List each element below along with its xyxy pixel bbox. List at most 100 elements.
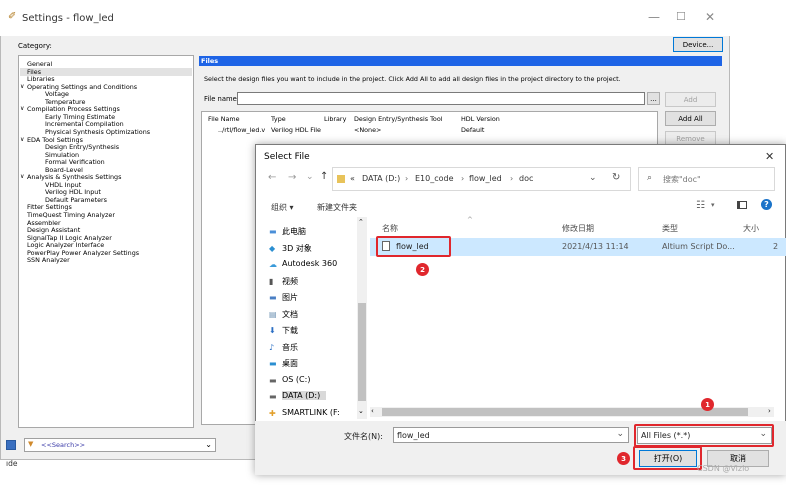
scroll-left-icon[interactable]: ‹ <box>371 407 374 415</box>
forward-icon[interactable]: → <box>288 172 296 183</box>
browse-button[interactable]: ... <box>647 92 660 105</box>
nav-item-icon: ▤ <box>269 309 277 319</box>
file-modified: 2021/4/13 11:14 <box>562 242 629 251</box>
nav-item[interactable]: 3D 对象 <box>282 243 312 254</box>
nav-item-icon: ☁ <box>269 260 277 269</box>
file-name-field[interactable]: flow_led ⌄ <box>393 427 629 443</box>
device-button[interactable]: Device... <box>673 37 723 52</box>
nav-item[interactable]: 桌面 <box>282 358 298 369</box>
organize-button[interactable]: 组织 ▾ <box>271 202 294 213</box>
nav-item-icon: ▬ <box>269 392 277 401</box>
search-box[interactable]: ▼ <<Search>> ⌄ <box>24 438 216 452</box>
column-header[interactable]: Type <box>271 115 286 123</box>
table-cell[interactable]: ../rtl/flow_led.v <box>218 126 265 134</box>
table-cell[interactable]: Default <box>461 126 484 134</box>
column-header-size[interactable]: 大小 <box>743 223 759 234</box>
nav-scrollbar[interactable]: ⌃ ⌄ <box>357 217 367 419</box>
scroll-down-icon[interactable]: ⌄ <box>358 407 364 415</box>
filter-icon: ▼ <box>28 440 34 448</box>
nav-item-icon: ▮ <box>269 276 274 286</box>
tree-item[interactable]: ∨ Operating Settings and Conditions <box>20 82 138 91</box>
chevron-right-icon: › <box>405 174 409 183</box>
breadcrumb-item[interactable]: E10_code <box>415 174 454 183</box>
add-button[interactable]: Add <box>665 92 716 107</box>
new-folder-button[interactable]: 新建文件夹 <box>317 202 357 213</box>
file-name-input[interactable] <box>237 92 645 105</box>
nav-item-icon: ▬ <box>269 359 277 368</box>
chevron-right-icon: › <box>510 174 514 183</box>
breadcrumb-item[interactable]: flow_led <box>469 174 502 183</box>
quartus-icon: ✐ <box>8 11 17 22</box>
breadcrumb-item[interactable]: DATA (D:) <box>362 174 400 183</box>
nav-item[interactable]: 文档 <box>282 309 298 320</box>
column-header-type[interactable]: 类型 <box>662 223 678 234</box>
chevron-right-icon: › <box>461 174 465 183</box>
column-header[interactable]: Library <box>324 115 346 123</box>
maximize-icon[interactable]: ☐ <box>676 10 686 23</box>
annotation-badge: 2 <box>416 263 429 276</box>
column-header-modified[interactable]: 修改日期 <box>562 223 594 234</box>
up-icon[interactable]: ↑ <box>320 171 328 182</box>
nav-item[interactable]: 图片 <box>282 292 298 303</box>
sort-indicator-icon: ^ <box>467 216 473 224</box>
add-all-button[interactable]: Add All <box>665 111 716 126</box>
expand-icon[interactable] <box>6 440 16 450</box>
nav-item[interactable]: 视频 <box>282 276 298 287</box>
address-bar[interactable]: « DATA (D:) › E10_code › flow_led › doc … <box>332 167 631 191</box>
nav-item-icon: ✚ <box>269 408 276 418</box>
nav-item[interactable]: Autodesk 360 <box>282 259 337 268</box>
nav-item[interactable]: 音乐 <box>282 342 298 353</box>
column-header[interactable]: HDL Version <box>461 115 500 123</box>
nav-item-icon: ▬ <box>269 293 277 302</box>
status-text: ıde <box>6 459 18 468</box>
chevron-down-icon[interactable]: ∨ <box>20 83 24 91</box>
scrollbar-thumb[interactable] <box>382 408 748 416</box>
breadcrumb-item[interactable]: doc <box>519 174 533 183</box>
annotation-badge: 1 <box>701 398 714 411</box>
table-cell[interactable]: <None> <box>354 126 381 134</box>
chevron-down-icon[interactable]: ∨ <box>20 173 24 181</box>
file-name-label: File name: <box>204 95 240 103</box>
nav-item[interactable]: SMARTLINK (F: <box>282 408 340 417</box>
nav-item[interactable]: 下载 <box>282 325 298 336</box>
help-icon[interactable]: ? <box>761 199 772 210</box>
column-header-name[interactable]: 名称 <box>382 223 398 234</box>
nav-item[interactable]: DATA (D:) <box>282 391 327 400</box>
chevron-down-icon[interactable]: ▾ <box>711 201 715 209</box>
tree-item-label: Operating Settings and Conditions <box>27 82 138 91</box>
nav-item[interactable]: 此电脑 <box>282 226 306 237</box>
highlight-box <box>376 236 451 257</box>
chevron-down-icon[interactable]: ∨ <box>20 136 24 144</box>
nav-item-icon: ♪ <box>269 342 275 352</box>
dialog-close-icon[interactable]: ✕ <box>765 150 774 163</box>
window-title: Settings - flow_led <box>22 13 114 24</box>
view-options-icon[interactable]: ☷ <box>696 200 705 211</box>
column-header[interactable]: File Name <box>208 115 240 123</box>
scroll-right-icon[interactable]: › <box>768 407 771 415</box>
minimize-icon[interactable]: — <box>648 10 660 24</box>
nav-item-icon: ⬇ <box>269 326 276 335</box>
back-icon[interactable]: ← <box>268 172 276 183</box>
dialog-title: Select File <box>264 152 310 162</box>
search-placeholder: 搜索"doc" <box>663 175 701 184</box>
navigation-pane: ▬ 此电脑 ◆ 3D 对象 ☁ Autodesk 360 ▮ 视频 ▬ 图片 ▤ 文档 ⬇ 下载 ♪ 音乐 ▬ 桌… <box>255 217 368 421</box>
highlight-box <box>634 424 774 447</box>
chevron-down-icon[interactable]: ⌄ <box>589 173 597 183</box>
chevron-down-icon[interactable]: ⌄ <box>616 429 624 439</box>
column-header[interactable]: Design Entry/Synthesis Tool <box>354 115 443 123</box>
table-cell[interactable]: Verilog HDL File <box>271 126 321 134</box>
breadcrumb-overflow[interactable]: « <box>350 174 355 183</box>
chevron-down-icon[interactable]: ∨ <box>20 105 24 113</box>
nav-item[interactable]: OS (C:) <box>282 375 310 384</box>
tree-item[interactable]: SSN Analyzer <box>27 256 70 264</box>
refresh-icon[interactable]: ↻ <box>612 172 620 183</box>
close-icon[interactable]: ✕ <box>705 10 715 24</box>
chevron-down-icon[interactable]: ⌄ <box>205 440 212 449</box>
file-size: 2 <box>773 242 779 251</box>
scrollbar-thumb[interactable] <box>358 303 366 401</box>
search-input[interactable]: ⌕ 搜索"doc" <box>638 167 775 191</box>
file-list-hscrollbar[interactable]: ‹ › <box>370 407 774 417</box>
scroll-up-icon[interactable]: ⌃ <box>358 218 364 226</box>
preview-pane-icon[interactable] <box>737 201 747 209</box>
recent-dropdown-icon[interactable]: ⌄ <box>306 172 314 182</box>
